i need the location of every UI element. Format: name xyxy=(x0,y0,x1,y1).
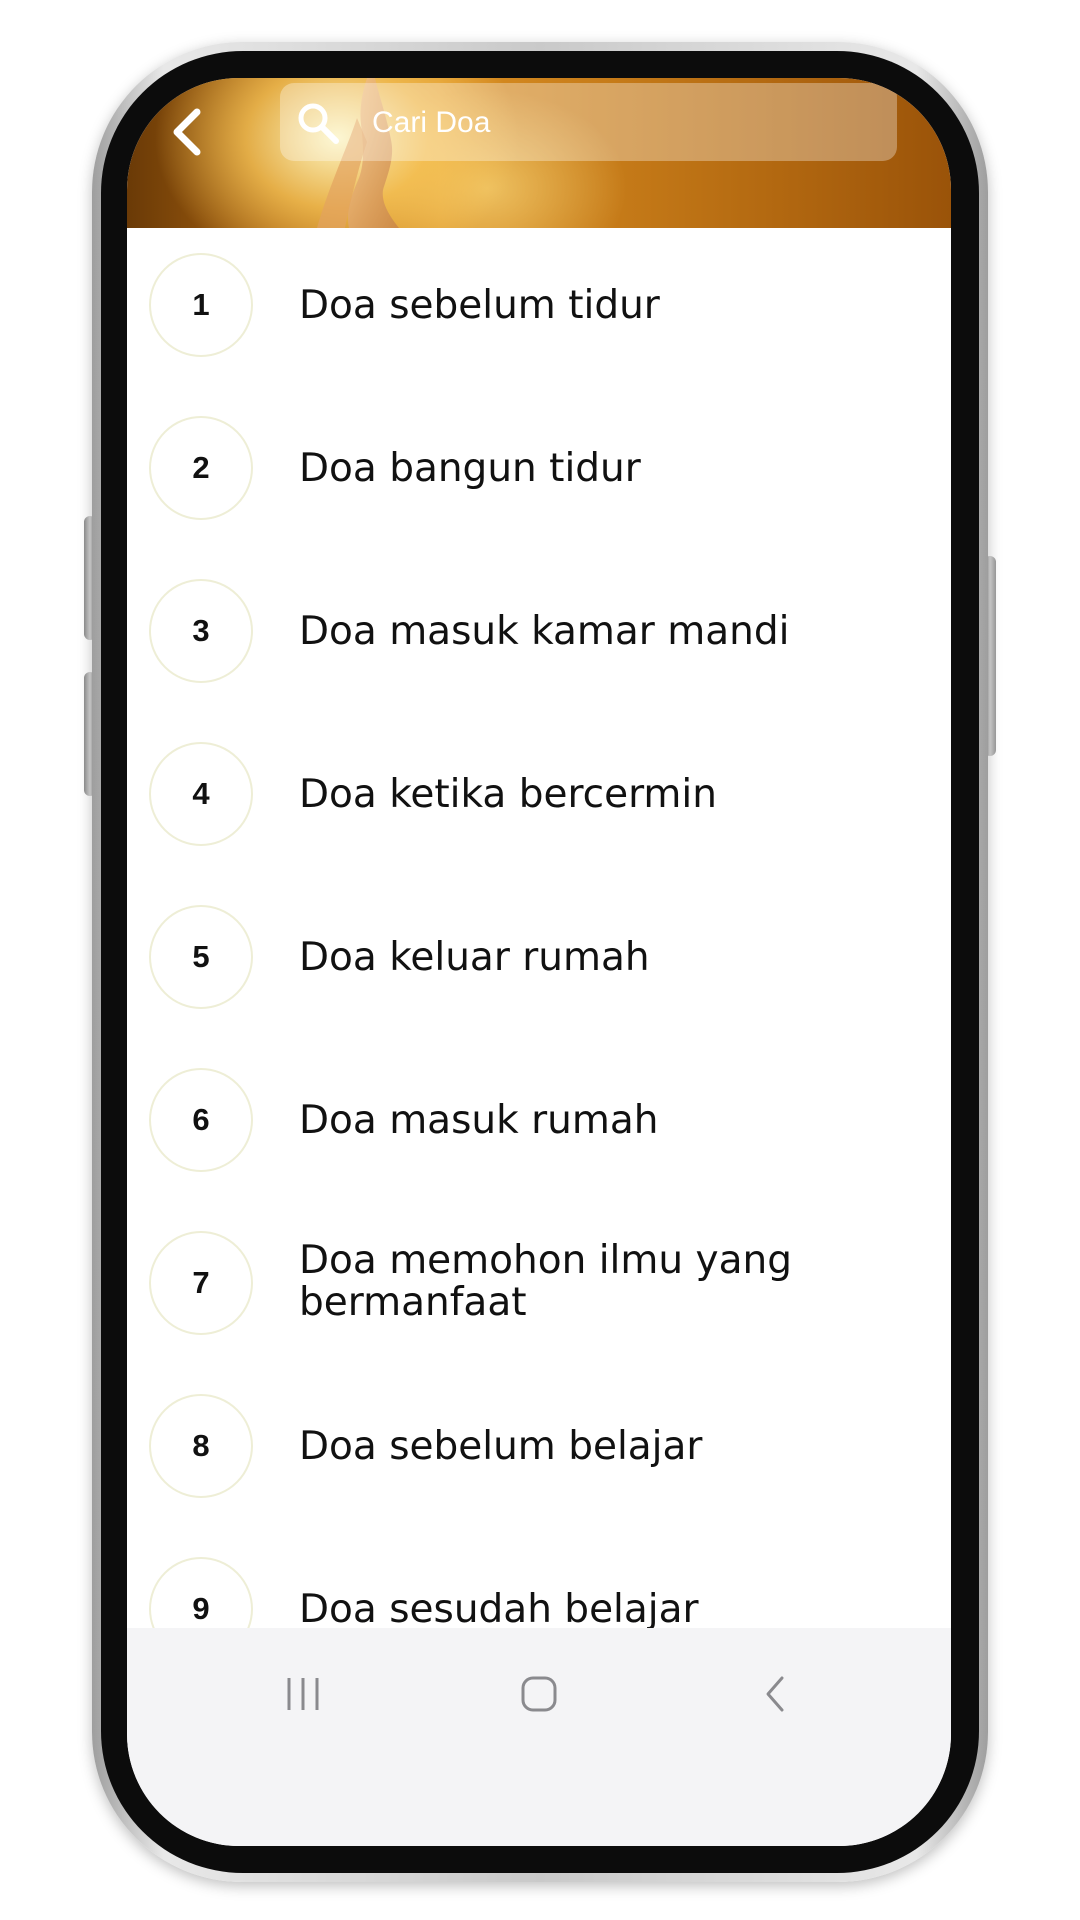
item-title: Doa bangun tidur xyxy=(299,446,641,491)
list-item[interactable]: 9 Doa sesudah belajar xyxy=(127,1532,951,1628)
search-input[interactable] xyxy=(370,83,874,163)
item-title: Doa masuk kamar mandi xyxy=(299,609,790,654)
list-item[interactable]: 8 Doa sebelum belajar xyxy=(127,1369,951,1532)
item-title: Doa masuk rumah xyxy=(299,1098,659,1143)
prayer-list: 1 Doa sebelum tidur 2 Doa bangun tidur 3… xyxy=(127,228,951,1628)
list-item[interactable]: 7 Doa memohon ilmu yang bermanfaat xyxy=(127,1206,951,1369)
list-item[interactable]: 5 Doa keluar rumah xyxy=(127,880,951,1043)
list-item[interactable]: 4 Doa ketika bercermin xyxy=(127,717,951,880)
item-title: Doa sebelum tidur xyxy=(299,283,660,328)
recent-apps-button[interactable] xyxy=(263,1654,343,1734)
nav-back-button[interactable] xyxy=(735,1654,815,1734)
item-number-badge: 6 xyxy=(149,1068,253,1172)
item-number-badge: 7 xyxy=(149,1231,253,1335)
item-title: Doa memohon ilmu yang bermanfaat xyxy=(299,1238,792,1325)
search-icon xyxy=(298,103,339,144)
item-title: Doa keluar rumah xyxy=(299,935,650,980)
list-item[interactable]: 3 Doa masuk kamar mandi xyxy=(127,554,951,717)
item-number-badge: 4 xyxy=(149,742,253,846)
back-button[interactable] xyxy=(151,96,223,168)
device-mockup: 1 Doa sebelum tidur 2 Doa bangun tidur 3… xyxy=(0,0,1080,1920)
home-button[interactable] xyxy=(499,1654,579,1734)
header-banner xyxy=(127,78,951,228)
item-title: Doa sesudah belajar xyxy=(299,1587,699,1629)
item-number-badge: 3 xyxy=(149,579,253,683)
home-icon xyxy=(521,1676,557,1712)
search-bar[interactable] xyxy=(280,83,897,163)
item-title: Doa ketika bercermin xyxy=(299,772,717,817)
navigation-bar xyxy=(127,1628,951,1846)
recent-apps-icon xyxy=(287,1678,319,1710)
item-number-badge: 5 xyxy=(149,905,253,1009)
item-number-badge: 2 xyxy=(149,416,253,520)
list-item[interactable]: 2 Doa bangun tidur xyxy=(127,391,951,554)
item-number-badge: 9 xyxy=(149,1557,253,1628)
item-number-badge: 8 xyxy=(149,1394,253,1498)
back-icon xyxy=(766,1676,784,1712)
app-screen: 1 Doa sebelum tidur 2 Doa bangun tidur 3… xyxy=(127,78,951,1846)
item-title: Doa sebelum belajar xyxy=(299,1424,703,1469)
list-item[interactable]: 1 Doa sebelum tidur xyxy=(127,228,951,391)
chevron-left-icon xyxy=(173,108,201,156)
list-item[interactable]: 6 Doa masuk rumah xyxy=(127,1043,951,1206)
item-number-badge: 1 xyxy=(149,253,253,357)
